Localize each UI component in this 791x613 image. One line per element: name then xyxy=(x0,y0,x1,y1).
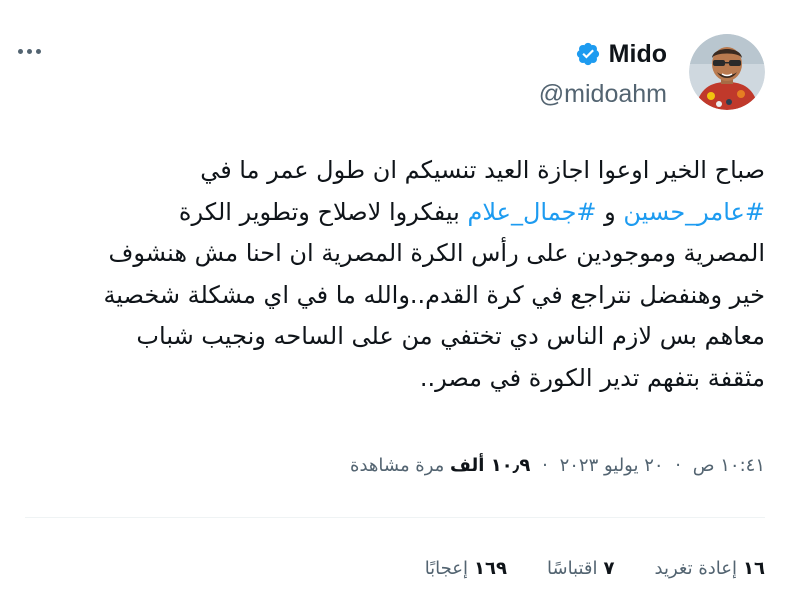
retweets-label: إعادة تغريد xyxy=(654,558,738,579)
tweet-line: المصرية وموجودين على رأس الكرة المصرية ا… xyxy=(108,239,765,267)
tweet-line: معاهم بس لازم الناس دي تختفي من على السا… xyxy=(136,322,765,350)
meta-separator: · xyxy=(542,455,548,476)
hashtag-link[interactable]: #عامر_حسين xyxy=(623,198,765,226)
retweets-stat[interactable]: ١٦إعادة تغريد xyxy=(655,558,765,579)
tweet-line: #عامر_حسين و #جمال_علام بيفكروا لاصلاح و… xyxy=(25,192,765,234)
user-info: Mido @midoahm xyxy=(539,38,667,109)
more-dot-icon xyxy=(17,48,23,54)
quotes-label: اقتباسًا xyxy=(547,558,598,579)
tweet-text-fragment: و xyxy=(596,197,624,226)
more-dot-icon xyxy=(26,48,32,54)
quotes-stat[interactable]: ٧اقتباسًا xyxy=(547,558,615,579)
likes-stat[interactable]: ١٦٩إعجابًا xyxy=(425,558,507,579)
meta-separator: · xyxy=(675,455,682,476)
avatar[interactable] xyxy=(689,34,765,110)
divider xyxy=(25,517,765,518)
name-row: Mido xyxy=(539,38,667,70)
tweet-line: خير وهنفضل نتراجع في كرة القدم..والله ما… xyxy=(103,280,765,309)
views-count: ١٠٫٩ ألف xyxy=(450,455,531,476)
likes-label: إعجابًا xyxy=(424,558,469,579)
likes-count: ١٦٩ xyxy=(474,558,507,579)
hashtag-link[interactable]: #جمال_علام xyxy=(467,198,596,226)
retweets-count: ١٦ xyxy=(743,558,765,579)
tweet-meta: ١٠:٤١ ص · ٢٠ يوليو ٢٠٢٣ · ١٠٫٩ ألف مرة م… xyxy=(350,455,765,476)
avatar-photo-icon xyxy=(689,34,765,110)
quotes-count: ٧ xyxy=(603,558,615,579)
views-label: مرة مشاهدة xyxy=(350,455,445,476)
display-name[interactable]: Mido xyxy=(609,40,667,69)
tweet-line: صباح الخير اوعوا اجازة العيد تنسيكم ان ط… xyxy=(200,156,765,184)
more-dot-icon xyxy=(35,48,41,54)
engagement-stats: ١٦إعادة تغريد ٧اقتباسًا ١٦٩إعجابًا xyxy=(425,558,765,579)
user-handle[interactable]: @midoahm xyxy=(539,80,667,109)
tweet-text: صباح الخير اوعوا اجازة العيد تنسيكم ان ط… xyxy=(25,150,765,399)
tweet-text-fragment: بيفكروا لاصلاح وتطوير الكرة xyxy=(178,197,468,226)
tweet-date[interactable]: ٢٠ يوليو ٢٠٢٣ xyxy=(560,455,664,476)
tweet-time[interactable]: ١٠:٤١ ص xyxy=(693,455,765,476)
more-options-button[interactable] xyxy=(12,40,46,62)
verified-badge-icon xyxy=(576,42,599,66)
tweet-line: مثقفة بتفهم تدير الكورة في مصر.. xyxy=(419,363,765,392)
